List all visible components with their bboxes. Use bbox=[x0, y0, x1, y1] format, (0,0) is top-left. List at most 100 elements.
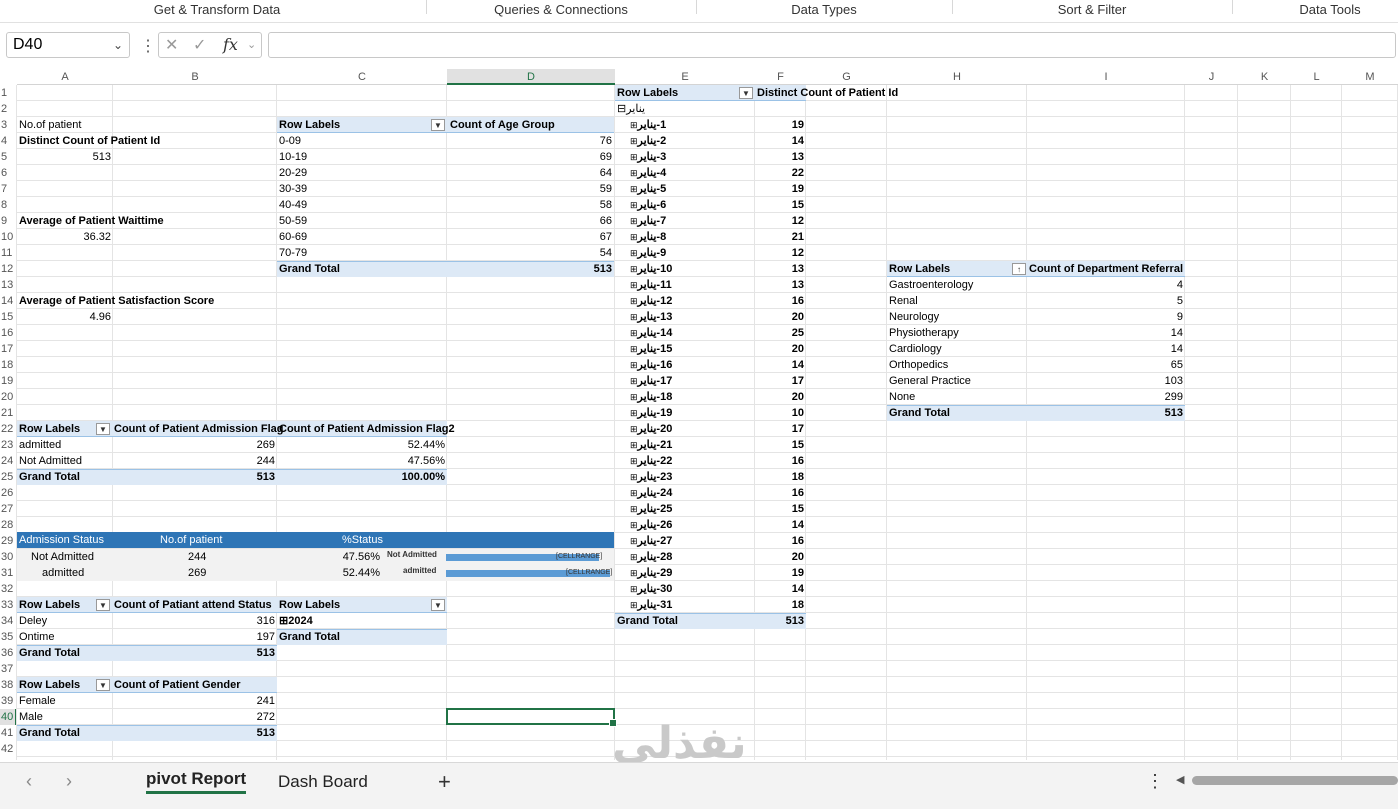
day-pivot-row-value[interactable]: 20 bbox=[755, 341, 806, 357]
expand-icon[interactable]: ⊞ bbox=[630, 520, 638, 530]
row-header-4[interactable]: 4 bbox=[0, 133, 17, 149]
day-pivot-row-value[interactable]: 13 bbox=[755, 149, 806, 165]
attend-pivot-total-value[interactable]: 513 bbox=[112, 645, 277, 661]
expand-icon[interactable]: ⊞ bbox=[630, 216, 638, 226]
row-header-38[interactable]: 38 bbox=[0, 677, 17, 693]
day-pivot-row-value[interactable]: 14 bbox=[755, 581, 806, 597]
age-pivot-row-value[interactable]: 76 bbox=[448, 133, 614, 149]
gender-pivot-value-header[interactable]: Count of Patient Gender bbox=[112, 677, 243, 693]
row-header-17[interactable]: 17 bbox=[0, 341, 17, 357]
day-pivot-row-value[interactable]: 17 bbox=[755, 373, 806, 389]
filter-applied-icon[interactable]: ▼ bbox=[431, 599, 445, 611]
day-pivot-row-value[interactable]: 15 bbox=[755, 501, 806, 517]
gender-pivot-total-value[interactable]: 513 bbox=[112, 725, 277, 741]
admission-pivot-total-label[interactable]: Grand Total bbox=[17, 469, 82, 485]
scroll-left-icon[interactable]: ◀ bbox=[1176, 773, 1184, 786]
day-pivot-row[interactable]: ⊞22-يناير bbox=[628, 453, 674, 469]
row-header-28[interactable]: 28 bbox=[0, 517, 17, 533]
admission-table-header-status[interactable]: Admission Status bbox=[17, 532, 106, 548]
day-pivot-row-value[interactable]: 20 bbox=[755, 389, 806, 405]
age-pivot-row-label[interactable]: 50-59 bbox=[277, 213, 309, 229]
row-header-40[interactable]: 40 bbox=[0, 709, 17, 725]
ribbon-group-queries[interactable]: Queries & Connections bbox=[460, 2, 662, 17]
column-header-c[interactable]: C bbox=[277, 69, 447, 85]
row-header-42[interactable]: 42 bbox=[0, 741, 17, 757]
wait-time-label[interactable]: Average of Patient Waittime bbox=[17, 213, 166, 229]
expand-icon[interactable]: ⊞ bbox=[630, 376, 638, 386]
day-pivot-row-value[interactable]: 21 bbox=[755, 229, 806, 245]
expand-icon[interactable]: ⊞ bbox=[630, 312, 638, 322]
admission-table-pct[interactable]: 52.44% bbox=[277, 565, 382, 581]
row-header-2[interactable]: 2 bbox=[0, 101, 17, 117]
admission-table-header-count[interactable]: No.of patient bbox=[158, 532, 224, 548]
day-pivot-row[interactable]: ⊞25-يناير bbox=[628, 501, 674, 517]
ribbon-group-sort-filter[interactable]: Sort & Filter bbox=[1030, 2, 1154, 17]
collapse-icon[interactable]: ⊟ bbox=[617, 103, 626, 115]
day-pivot-row-value[interactable]: 12 bbox=[755, 245, 806, 261]
day-pivot-row[interactable]: ⊞28-يناير bbox=[628, 549, 674, 565]
age-pivot-total-value[interactable]: 513 bbox=[448, 261, 614, 277]
day-pivot-row-value[interactable]: 15 bbox=[755, 437, 806, 453]
filter-dropdown-icon[interactable]: ▼ bbox=[96, 423, 110, 435]
day-pivot-row-value[interactable]: 19 bbox=[755, 181, 806, 197]
day-pivot-row[interactable]: ⊞1-يناير bbox=[628, 117, 668, 133]
column-header-i[interactable]: I bbox=[1027, 69, 1185, 85]
day-pivot-row[interactable]: ⊞13-يناير bbox=[628, 309, 674, 325]
row-header-34[interactable]: 34 bbox=[0, 613, 17, 629]
column-header-l[interactable]: L bbox=[1291, 69, 1342, 85]
dept-pivot-row-label[interactable]: General Practice bbox=[887, 373, 973, 389]
no-patient-label[interactable]: No.of patient bbox=[17, 117, 83, 133]
day-pivot-row-value[interactable]: 25 bbox=[755, 325, 806, 341]
column-header-f[interactable]: F bbox=[755, 69, 806, 85]
day-pivot-row-value[interactable]: 13 bbox=[755, 277, 806, 293]
gender-pivot-total-label[interactable]: Grand Total bbox=[17, 725, 82, 741]
admission-pivot-row-count[interactable]: 269 bbox=[112, 437, 277, 453]
check-icon[interactable]: ✓ bbox=[193, 35, 206, 55]
day-pivot-row[interactable]: ⊞5-يناير bbox=[628, 181, 668, 197]
chevron-down-icon[interactable]: ⌄ bbox=[113, 33, 123, 57]
year-pivot-total-label[interactable]: Grand Total bbox=[277, 629, 342, 645]
expand-icon[interactable]: ⊞ bbox=[630, 120, 638, 130]
day-pivot-row[interactable]: ⊞3-يناير bbox=[628, 149, 668, 165]
day-pivot-row[interactable]: ⊞11-يناير bbox=[628, 277, 674, 293]
gender-pivot-row-value[interactable]: 241 bbox=[112, 693, 277, 709]
day-pivot-row[interactable]: ⊞8-يناير bbox=[628, 229, 668, 245]
admission-pivot-row-count[interactable]: 244 bbox=[112, 453, 277, 469]
age-pivot-total-label[interactable]: Grand Total bbox=[277, 261, 342, 277]
day-pivot-row[interactable]: ⊞14-يناير bbox=[628, 325, 674, 341]
row-header-37[interactable]: 37 bbox=[0, 661, 17, 677]
row-header-36[interactable]: 36 bbox=[0, 645, 17, 661]
expand-icon[interactable]: ⊞ bbox=[630, 392, 638, 402]
dept-pivot-row-value[interactable]: 9 bbox=[1027, 309, 1185, 325]
admission-pivot-row-pct[interactable]: 47.56% bbox=[277, 453, 447, 469]
day-pivot-row[interactable]: ⊞4-يناير bbox=[628, 165, 668, 181]
day-pivot-row-value[interactable]: 20 bbox=[755, 309, 806, 325]
day-pivot-row[interactable]: ⊞31-يناير bbox=[628, 597, 674, 613]
day-pivot-row-value[interactable]: 14 bbox=[755, 357, 806, 373]
day-pivot-row[interactable]: ⊞16-يناير bbox=[628, 357, 674, 373]
expand-icon[interactable]: ⊞ bbox=[630, 440, 638, 450]
attend-pivot-total-label[interactable]: Grand Total bbox=[17, 645, 82, 661]
admission-table-status[interactable]: Not Admitted bbox=[29, 549, 96, 565]
age-pivot-row-value[interactable]: 66 bbox=[448, 213, 614, 229]
sort-dropdown-icon[interactable]: ↑ bbox=[1012, 263, 1026, 275]
row-header-16[interactable]: 16 bbox=[0, 325, 17, 341]
row-header-31[interactable]: 31 bbox=[0, 565, 17, 581]
formula-input[interactable] bbox=[268, 32, 1396, 58]
dept-pivot-row-value[interactable]: 14 bbox=[1027, 341, 1185, 357]
chevron-down-icon[interactable]: ⌄ bbox=[247, 38, 256, 51]
expand-icon[interactable]: ⊞ bbox=[630, 280, 638, 290]
row-header-21[interactable]: 21 bbox=[0, 405, 17, 421]
year-pivot-row-header[interactable]: Row Labels bbox=[277, 597, 342, 613]
day-pivot-row[interactable]: ⊞26-يناير bbox=[628, 517, 674, 533]
expand-icon[interactable]: ⊞ bbox=[630, 504, 638, 514]
year-pivot-row[interactable]: ⊞2024 bbox=[277, 613, 315, 629]
expand-icon[interactable]: ⊞ bbox=[630, 456, 638, 466]
admission-pivot-row-pct[interactable]: 52.44% bbox=[277, 437, 447, 453]
age-pivot-value-header[interactable]: Count of Age Group bbox=[448, 117, 557, 133]
age-pivot-row-label[interactable]: 40-49 bbox=[277, 197, 309, 213]
admission-pivot-pct-header[interactable]: Count of Patient Admission Flag2 bbox=[277, 421, 457, 437]
column-header-e[interactable]: E bbox=[615, 69, 755, 85]
expand-icon[interactable]: ⊞ bbox=[630, 552, 638, 562]
row-header-9[interactable]: 9 bbox=[0, 213, 17, 229]
